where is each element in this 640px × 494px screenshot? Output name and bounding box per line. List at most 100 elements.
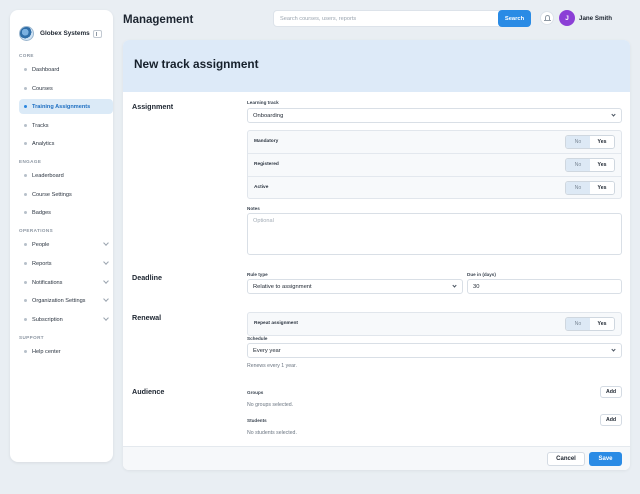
mandatory-toggle: No Yes — [565, 135, 615, 149]
sidebar-item-tracks[interactable]: Tracks — [19, 118, 113, 133]
bullet-icon — [24, 281, 27, 284]
sidebar-item-label: Leaderboard — [32, 172, 64, 179]
sidebar-item-organization-settings[interactable]: Organization Settings — [19, 293, 113, 308]
repeat-assignment-label: Repeat assignment — [254, 321, 298, 326]
sidebar-item-badges[interactable]: Badges — [19, 205, 113, 220]
mandatory-no-option[interactable]: No — [566, 136, 590, 148]
notifications-button[interactable] — [540, 11, 554, 25]
registered-no-option[interactable]: No — [566, 159, 590, 171]
sidebar-item-label: Subscription — [32, 316, 63, 323]
learning-track-value: Onboarding — [253, 112, 284, 119]
section-audience-title: Audience — [132, 387, 165, 396]
schedule-label: Schedule — [247, 336, 268, 341]
learning-track-select[interactable]: Onboarding — [247, 108, 622, 123]
sidebar-collapse-icon[interactable] — [93, 30, 102, 38]
brand[interactable]: Globex Systems — [19, 26, 90, 41]
chevron-down-icon — [103, 315, 109, 321]
form-footer: Cancel Save — [123, 446, 630, 470]
schedule-value: Every year — [253, 347, 281, 354]
toggle-row-active: Active No Yes — [248, 177, 621, 200]
sidebar-item-help-center[interactable]: Help center — [19, 344, 113, 359]
section-renewal-title: Renewal — [132, 313, 162, 322]
main-card: New track assignment Assignment Learning… — [123, 40, 630, 470]
sidebar-item-people[interactable]: People — [19, 237, 113, 252]
section-assignment-title: Assignment — [132, 102, 174, 111]
renewal-hint: Renews every 1 year. — [247, 363, 297, 369]
bullet-icon — [24, 68, 27, 71]
bullet-icon — [24, 243, 27, 246]
sidebar-item-label: Training Assignments — [32, 103, 91, 110]
notes-label: Notes — [247, 206, 260, 211]
sidebar-item-label: Notifications — [32, 279, 63, 286]
notes-field[interactable] — [247, 213, 622, 255]
chevron-down-icon — [452, 283, 457, 288]
active-toggle: No Yes — [565, 181, 615, 195]
bullet-icon — [24, 105, 27, 108]
chevron-down-icon — [611, 112, 616, 117]
learning-track-label: Learning track — [247, 100, 279, 105]
chevron-down-icon — [103, 296, 109, 302]
chevron-down-icon — [103, 240, 109, 246]
save-button[interactable]: Save — [589, 452, 622, 466]
students-label: Students — [247, 418, 267, 423]
bullet-icon — [24, 262, 27, 265]
bullet-icon — [24, 124, 27, 127]
active-yes-option[interactable]: Yes — [590, 182, 614, 194]
schedule-select[interactable]: Every year — [247, 343, 622, 358]
sidebar-item-notifications[interactable]: Notifications — [19, 275, 113, 290]
sidebar-item-training-assignments[interactable]: Training Assignments — [19, 99, 113, 114]
repeat-no-option[interactable]: No — [566, 318, 590, 330]
sidebar-item-label: Reports — [32, 260, 52, 267]
sidebar-item-course-settings[interactable]: Course Settings — [19, 187, 113, 202]
registered-toggle: No Yes — [565, 158, 615, 172]
sidebar-item-label: People — [32, 241, 50, 248]
sidebar-item-label: Badges — [32, 209, 51, 216]
chevron-down-icon — [103, 278, 109, 284]
sidebar: Globex Systems CORE Dashboard Courses Tr… — [10, 10, 113, 462]
active-label: Active — [254, 185, 269, 190]
mandatory-yes-option[interactable]: Yes — [590, 136, 614, 148]
bell-icon — [544, 15, 551, 21]
students-empty: No students selected. — [247, 430, 297, 436]
search-input[interactable] — [280, 14, 490, 24]
bullet-icon — [24, 193, 27, 196]
bullet-icon — [24, 350, 27, 353]
rule-type-label: Rule type — [247, 272, 268, 277]
due-days-input[interactable]: 30 — [467, 279, 622, 294]
due-days-label: Due in (days) — [467, 272, 496, 277]
sidebar-item-courses[interactable]: Courses — [19, 81, 113, 96]
chevron-down-icon — [103, 259, 109, 265]
sidebar-item-leaderboard[interactable]: Leaderboard — [19, 168, 113, 183]
search-button[interactable]: Search — [498, 10, 531, 27]
sidebar-item-label: Course Settings — [32, 191, 72, 198]
sidebar-item-reports[interactable]: Reports — [19, 256, 113, 271]
avatar[interactable]: J — [559, 10, 575, 26]
registered-yes-option[interactable]: Yes — [590, 159, 614, 171]
nav-section-core: CORE — [19, 53, 34, 58]
user-name[interactable]: Jane Smith — [579, 15, 612, 22]
due-days-value: 30 — [473, 283, 480, 290]
rule-type-select[interactable]: Relative to assignment — [247, 279, 463, 294]
mandatory-label: Mandatory — [254, 139, 279, 144]
repeat-yes-option[interactable]: Yes — [590, 318, 614, 330]
form-body: Assignment Learning track Onboarding Man… — [123, 92, 630, 446]
sidebar-item-subscription[interactable]: Subscription — [19, 312, 113, 327]
sidebar-item-label: Tracks — [32, 122, 49, 129]
renewal-toggles: Repeat assignment No Yes — [247, 312, 622, 336]
globe-logo-icon — [19, 26, 34, 41]
toggle-row-mandatory: Mandatory No Yes — [248, 131, 621, 154]
sidebar-item-label: Help center — [32, 348, 61, 355]
section-deadline-title: Deadline — [132, 273, 162, 282]
cancel-button[interactable]: Cancel — [547, 452, 585, 466]
bullet-icon — [24, 211, 27, 214]
form-banner: New track assignment — [123, 40, 630, 92]
sidebar-item-analytics[interactable]: Analytics — [19, 136, 113, 151]
add-groups-button[interactable]: Add — [600, 386, 622, 398]
sidebar-item-dashboard[interactable]: Dashboard — [19, 62, 113, 77]
toggle-row-registered: Registered No Yes — [248, 154, 621, 177]
active-no-option[interactable]: No — [566, 182, 590, 194]
rule-type-value: Relative to assignment — [253, 283, 312, 290]
nav-section-operations: OPERATIONS — [19, 228, 54, 233]
add-students-button[interactable]: Add — [600, 414, 622, 426]
form-title: New track assignment — [134, 57, 259, 71]
